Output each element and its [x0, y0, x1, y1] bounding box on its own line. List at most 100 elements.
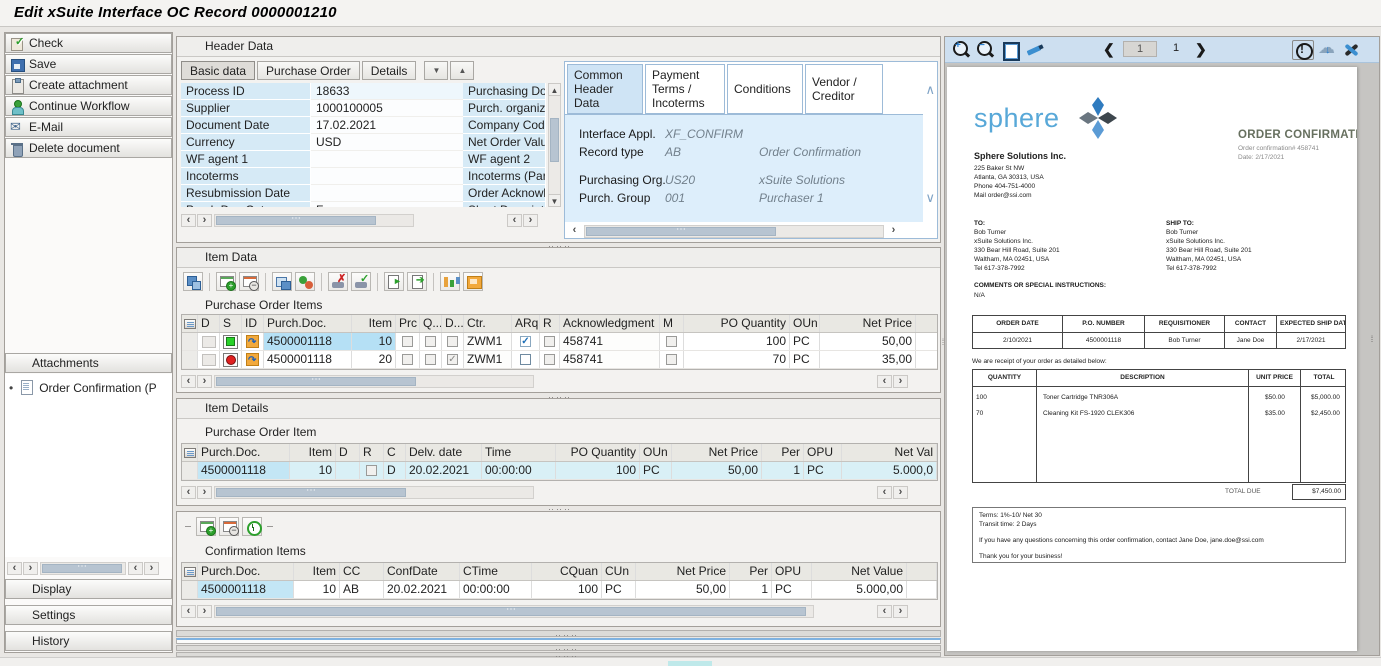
fields-vscroll-thumb[interactable]: [550, 118, 559, 162]
fields-scroll-left2[interactable]: ‹: [507, 214, 522, 227]
cell-per[interactable]: 1: [730, 581, 772, 598]
po-scroll-track[interactable]: [214, 375, 534, 388]
cell-d[interactable]: [198, 333, 220, 350]
col-header-opu[interactable]: OPU: [804, 444, 842, 461]
transfer-document-icon[interactable]: [407, 272, 427, 291]
cell-r-checkbox[interactable]: [540, 351, 560, 368]
row-selector[interactable]: [182, 462, 198, 479]
details-scroll-track[interactable]: [214, 486, 534, 499]
cell-prc-checkbox[interactable]: [396, 351, 420, 368]
col-header-c[interactable]: C: [384, 444, 406, 461]
delete-document-button[interactable]: Delete document: [5, 138, 172, 158]
cell-oun[interactable]: PC: [790, 351, 820, 368]
scroll-track[interactable]: [40, 562, 126, 575]
po-scroll-right2[interactable]: ›: [893, 375, 908, 388]
conf-scroll-left[interactable]: ‹: [181, 605, 196, 618]
cell-c[interactable]: D: [384, 462, 406, 479]
scroll-left-button2[interactable]: ‹: [128, 562, 143, 575]
display-button[interactable]: Display: [5, 579, 172, 599]
col-header-net-price[interactable]: Net Price: [636, 563, 730, 580]
col-header-po-quantity[interactable]: PO Quantity: [556, 444, 640, 461]
cell-delv-date[interactable]: 20.02.2021: [406, 462, 482, 479]
zoom-in-icon[interactable]: +: [951, 40, 973, 60]
fields-vscroll-up[interactable]: ▲: [548, 83, 561, 96]
scroll-right-button2[interactable]: ›: [144, 562, 159, 575]
download-cloud-icon[interactable]: [1317, 40, 1339, 60]
col-header-dd[interactable]: D...: [442, 315, 464, 332]
cell-acknowledgment[interactable]: 458741: [560, 351, 660, 368]
conf-scroll-left2[interactable]: ‹: [877, 605, 892, 618]
cell-item[interactable]: 20: [352, 351, 396, 368]
collapsed-pane-1[interactable]: ‥‥‥: [176, 630, 941, 637]
tab-details[interactable]: Details: [362, 61, 417, 80]
row-selector[interactable]: [182, 351, 198, 368]
tab-common-header-data[interactable]: Common Header Data: [567, 64, 643, 114]
cell-purch-doc[interactable]: 4500001118: [198, 462, 290, 479]
cell-d[interactable]: [198, 351, 220, 368]
details-scroll-thumb[interactable]: [216, 488, 406, 497]
col-header-cc[interactable]: CC: [340, 563, 384, 580]
cell-confdate[interactable]: 20.02.2021: [384, 581, 460, 598]
col-header-oun[interactable]: OUn: [790, 315, 820, 332]
document-date-value[interactable]: 17.02.2021: [311, 117, 463, 134]
col-header-item[interactable]: Item: [290, 444, 336, 461]
col-header-time[interactable]: Time: [482, 444, 556, 461]
table-selector-header[interactable]: [182, 563, 198, 580]
cell-item[interactable]: 10: [290, 462, 336, 479]
col-header-r[interactable]: R: [540, 315, 560, 332]
cell-opu[interactable]: PC: [804, 462, 842, 479]
monitor-icon[interactable]: [463, 272, 483, 291]
cell-per[interactable]: 1: [762, 462, 804, 479]
confirmation-row[interactable]: 4500001118 10 AB 20.02.2021 00:00:00 100…: [182, 581, 937, 599]
common-scroll-track[interactable]: [584, 225, 884, 238]
row-selector[interactable]: [182, 333, 198, 350]
chart-icon[interactable]: [440, 272, 460, 291]
tab-basic-data[interactable]: Basic data: [181, 61, 255, 80]
cell-po-quantity[interactable]: 70: [684, 351, 790, 368]
continue-workflow-button[interactable]: Continue Workflow: [5, 96, 172, 116]
history-button[interactable]: History: [5, 631, 172, 651]
fields-scroll-right2[interactable]: ›: [523, 214, 538, 227]
copy-document-icon[interactable]: [384, 272, 404, 291]
col-header-d[interactable]: D: [198, 315, 220, 332]
insert-row-icon[interactable]: [216, 272, 236, 291]
po-item-row-1[interactable]: 4500001118 10 ZWM1 ✓ 458741 100 PC 50,00: [182, 333, 937, 351]
resubmission-date-value[interactable]: [311, 185, 463, 202]
col-header-purch-doc[interactable]: Purch.Doc.: [198, 563, 294, 580]
fields-scroll-right[interactable]: ›: [197, 214, 212, 227]
insert-confirmation-row-icon[interactable]: [196, 517, 216, 536]
col-header-oun[interactable]: OUn: [640, 444, 672, 461]
col-header-per[interactable]: Per: [730, 563, 772, 580]
po-scroll-right[interactable]: ›: [197, 375, 212, 388]
common-scroll-left[interactable]: ‹: [567, 225, 582, 238]
splitter-header-item[interactable]: ‥‥‥: [548, 243, 572, 247]
col-header-q[interactable]: Q...: [420, 315, 442, 332]
cell-q-checkbox[interactable]: [420, 351, 442, 368]
col-header-net-value[interactable]: Net Value: [812, 563, 907, 580]
panel-scroll-down-icon[interactable]: ∨: [925, 190, 935, 206]
col-header-net-price[interactable]: Net Price: [820, 315, 916, 332]
panel-scroll-up-icon[interactable]: ∧: [925, 82, 935, 98]
cell-cun[interactable]: PC: [602, 581, 636, 598]
tab-payment-terms[interactable]: Payment Terms / Incoterms: [645, 64, 725, 114]
tab-vendor-creditor[interactable]: Vendor / Creditor: [805, 64, 883, 114]
incoterms-value[interactable]: [311, 168, 463, 185]
col-header-cun[interactable]: CUn: [602, 563, 636, 580]
col-header-delv-date[interactable]: Delv. date: [406, 444, 482, 461]
scroll-left-button[interactable]: ‹: [7, 562, 22, 575]
col-header-cquan[interactable]: CQuan: [532, 563, 602, 580]
settings-button[interactable]: Settings: [5, 605, 172, 625]
cell-q-checkbox[interactable]: [420, 333, 442, 350]
scroll-thumb[interactable]: [42, 564, 122, 573]
col-header-r[interactable]: R: [360, 444, 384, 461]
cell-arq-checkbox[interactable]: [512, 351, 540, 368]
supplier-value[interactable]: 1000100005: [311, 100, 463, 117]
splitter-item-details[interactable]: ‥‥‥: [548, 394, 572, 398]
cell-net-price[interactable]: 35,00: [820, 351, 916, 368]
cell-status[interactable]: [220, 351, 242, 368]
cell-purch-doc[interactable]: 4500001118: [198, 581, 294, 598]
conf-scroll-track[interactable]: [214, 605, 814, 618]
cell-oun[interactable]: PC: [640, 462, 672, 479]
tools-icon[interactable]: [1341, 40, 1363, 60]
zoom-out-icon[interactable]: −: [975, 40, 997, 60]
